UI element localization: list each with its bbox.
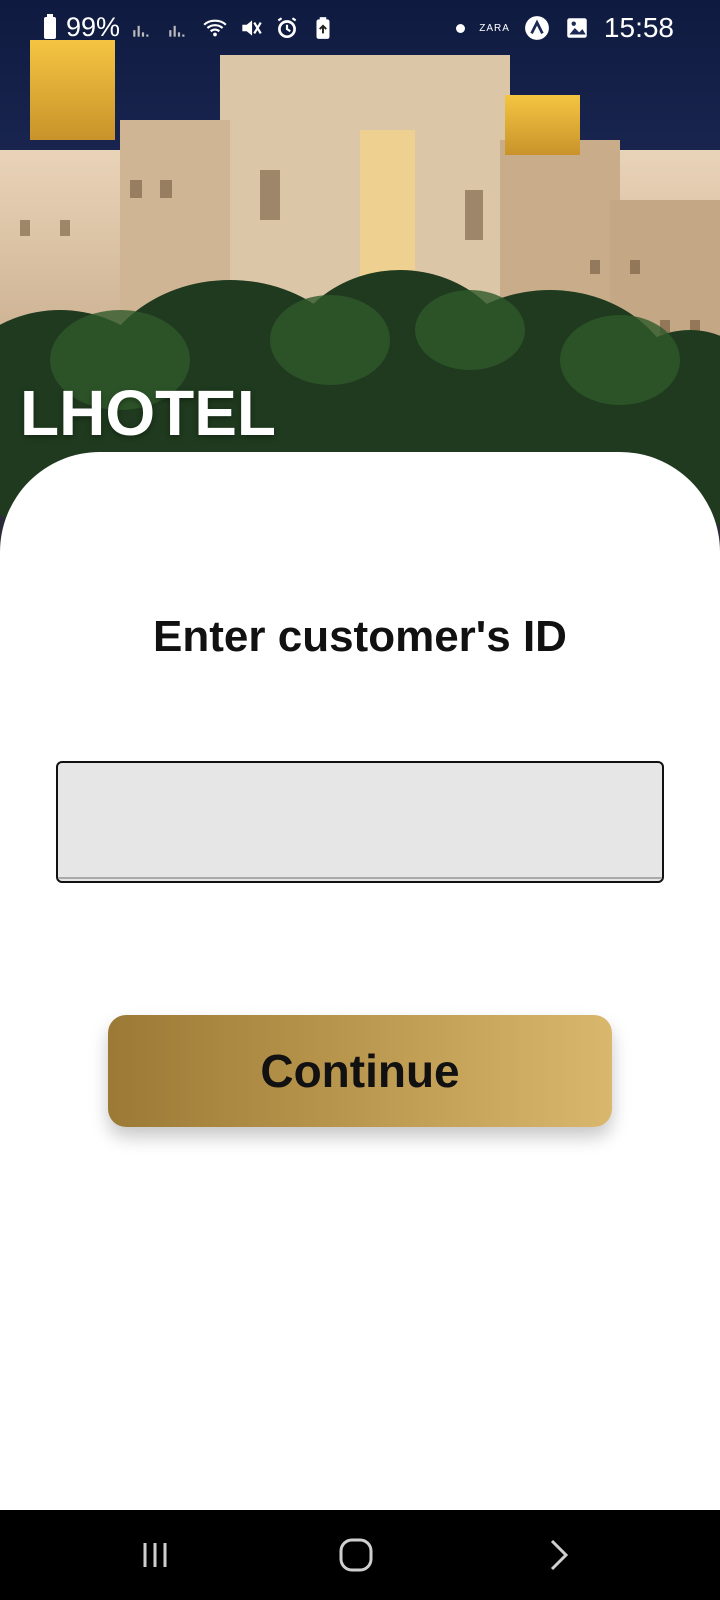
brand-title: LHOTEL <box>20 377 276 449</box>
signal-icon <box>169 25 185 37</box>
back-icon <box>550 1539 569 1571</box>
customer-id-input[interactable] <box>56 761 664 883</box>
recents-icon <box>143 1543 167 1567</box>
home-button[interactable] <box>296 1510 416 1600</box>
battery-icon <box>44 13 56 39</box>
dot-icon <box>456 23 466 33</box>
battery-saver-icon <box>316 16 330 39</box>
gallery-icon <box>567 18 587 38</box>
zara-icon: ZARA <box>479 22 510 34</box>
clock: 15:58 <box>603 12 674 43</box>
alarm-icon <box>277 16 297 38</box>
input-underline <box>58 877 662 879</box>
page-title: Enter customer's ID <box>153 612 567 661</box>
status-bar: 99% ZARA 15:58 <box>0 0 720 60</box>
mute-icon <box>242 19 262 36</box>
app-a-icon <box>525 16 549 40</box>
battery-percent: 99% <box>66 12 121 42</box>
recents-button[interactable] <box>95 1510 215 1600</box>
wifi-icon <box>203 19 227 36</box>
continue-button[interactable]: Continue <box>108 1015 612 1127</box>
signal-icon <box>133 25 149 37</box>
back-button[interactable] <box>498 1510 618 1600</box>
navigation-bar <box>0 1510 720 1600</box>
form-card <box>0 452 720 1508</box>
home-icon <box>339 1538 373 1572</box>
